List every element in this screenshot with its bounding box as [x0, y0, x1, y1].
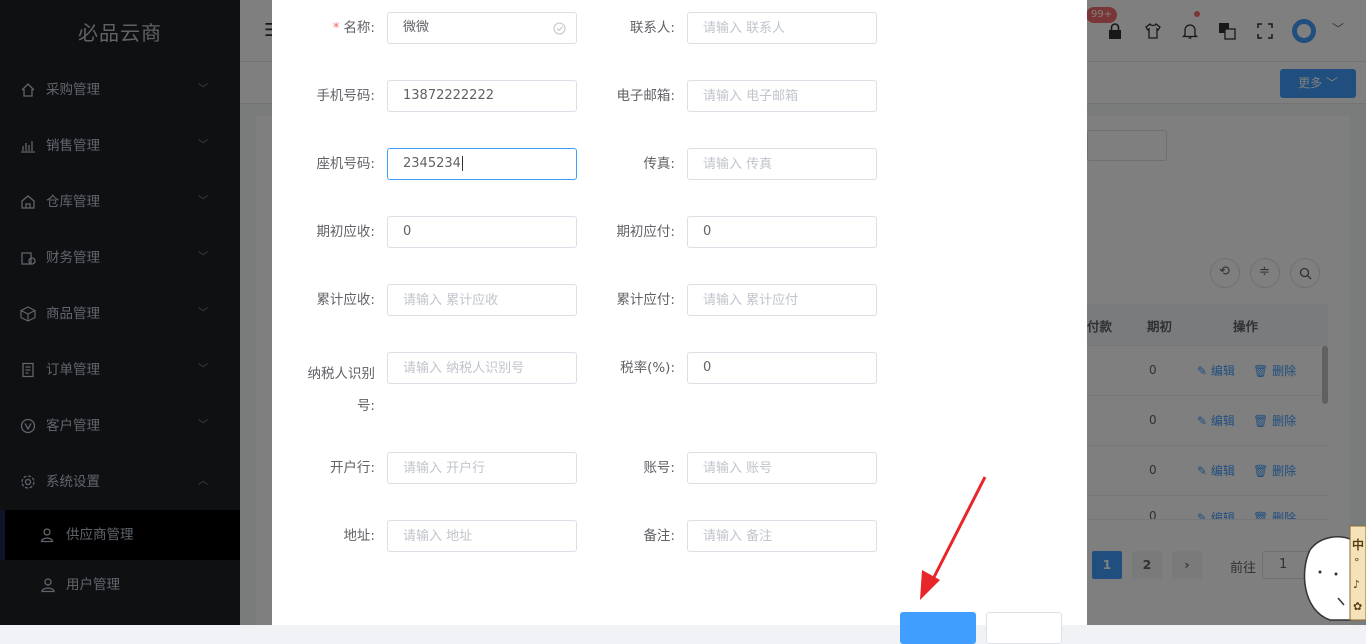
- taxpayer-id-label: 纳税人识别 号:: [307, 366, 376, 414]
- account-label: 账号:: [643, 460, 675, 476]
- landline-label: 座机号码:: [316, 156, 375, 172]
- name-label: * 名称:: [332, 20, 375, 36]
- contact-label: 联系人:: [629, 20, 675, 36]
- required-mark: *: [332, 20, 340, 36]
- acc-payable-input[interactable]: [687, 284, 877, 316]
- init-payable-input[interactable]: 0: [687, 216, 877, 248]
- name-input[interactable]: 微微: [387, 12, 577, 44]
- remark-label: 备注:: [643, 528, 675, 544]
- email-label: 电子邮箱:: [616, 88, 675, 104]
- init-receivable-input[interactable]: 0: [387, 216, 577, 248]
- fax-input[interactable]: [687, 148, 877, 180]
- mascot-char: ✿: [1353, 600, 1363, 613]
- account-input[interactable]: [687, 452, 877, 484]
- bank-input[interactable]: [387, 452, 577, 484]
- confirm-button[interactable]: [900, 612, 976, 644]
- text-cursor: [461, 156, 463, 171]
- acc-receivable-label: 累计应收:: [316, 292, 375, 308]
- tax-rate-input[interactable]: 0: [687, 352, 877, 384]
- mascot-char: °: [1354, 556, 1360, 569]
- annotation-arrow: [920, 476, 987, 600]
- remark-input[interactable]: [687, 520, 877, 552]
- taxpayer-id-input[interactable]: [387, 352, 577, 384]
- landline-input[interactable]: 2345234: [387, 148, 577, 180]
- cancel-button[interactable]: [986, 612, 1062, 644]
- acc-receivable-input[interactable]: [387, 284, 577, 316]
- address-input[interactable]: [387, 520, 577, 552]
- address-label: 地址:: [343, 528, 375, 544]
- init-payable-label: 期初应付:: [616, 224, 675, 240]
- contact-input[interactable]: [687, 12, 877, 44]
- acc-payable-label: 累计应付:: [616, 292, 675, 308]
- tax-rate-label: 税率(%):: [620, 360, 675, 376]
- fax-label: 传真:: [643, 156, 675, 172]
- mascot-char: ♪: [1353, 578, 1361, 591]
- phone-input[interactable]: 13872222222: [387, 80, 577, 112]
- mascot-widget[interactable]: 中 ° ♪ ✿: [1300, 520, 1366, 625]
- phone-label: 手机号码:: [316, 88, 375, 104]
- mascot-char: 中: [1352, 538, 1365, 552]
- email-input[interactable]: [687, 80, 877, 112]
- bank-label: 开户行:: [329, 460, 375, 476]
- init-receivable-label: 期初应收:: [316, 224, 375, 240]
